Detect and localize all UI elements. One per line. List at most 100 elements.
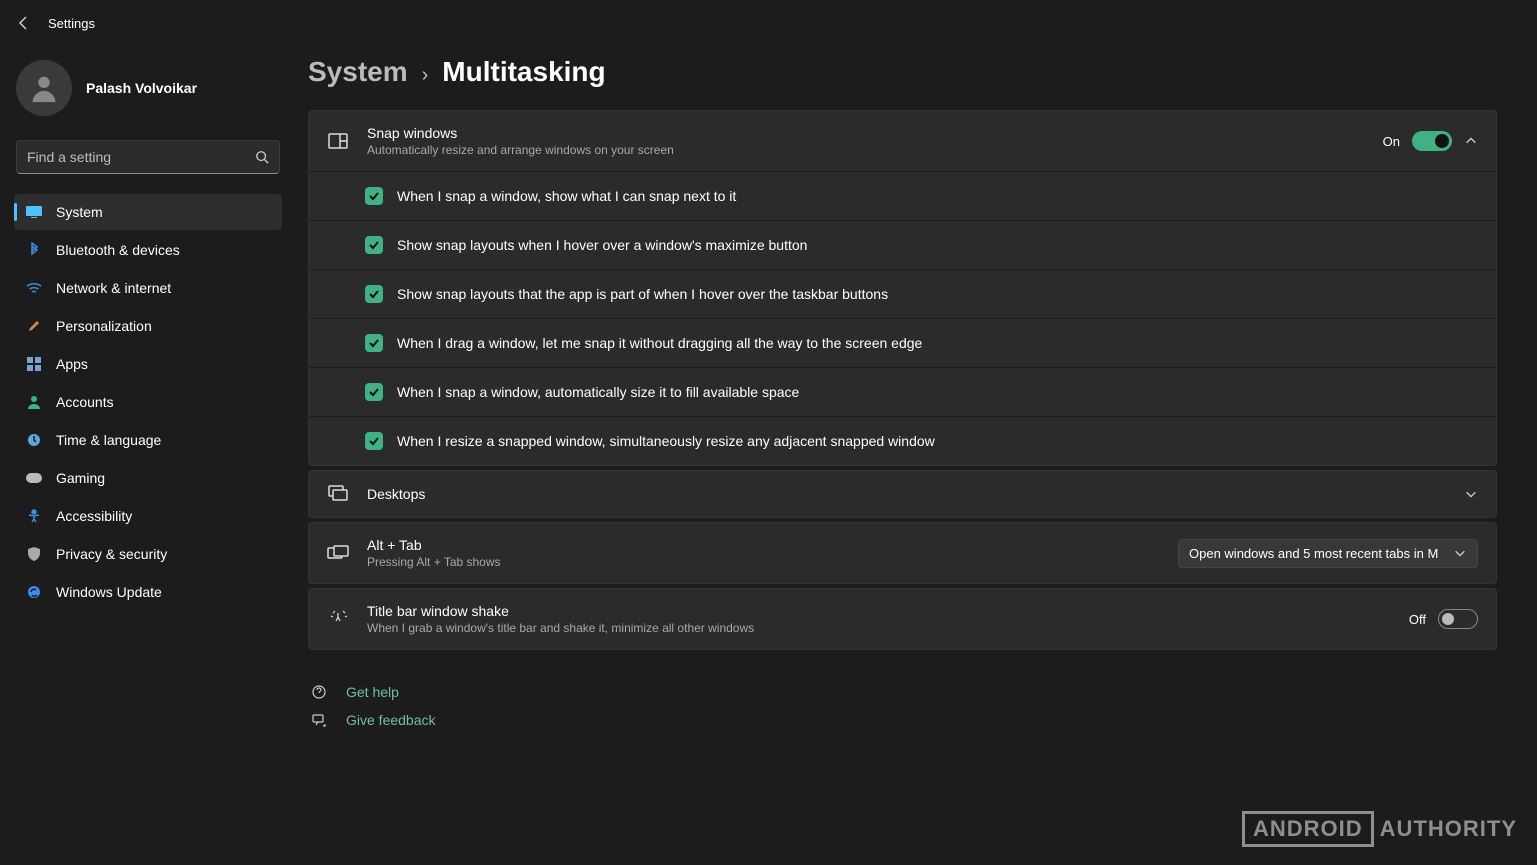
desktops-icon: [327, 485, 349, 503]
snap-layout-icon: [327, 133, 349, 149]
monitor-icon: [26, 204, 42, 220]
sidebar-item-time-language[interactable]: Time & language: [14, 422, 282, 458]
sidebar-item-label: Network & internet: [56, 280, 171, 296]
snap-state-label: On: [1383, 134, 1400, 149]
snap-windows-header[interactable]: Snap windows Automatically resize and ar…: [309, 111, 1496, 171]
sidebar-item-gaming[interactable]: Gaming: [14, 460, 282, 496]
checkbox[interactable]: [365, 285, 383, 303]
alt-tab-dropdown[interactable]: Open windows and 5 most recent tabs in M: [1178, 539, 1478, 568]
desktops-card[interactable]: Desktops: [308, 470, 1497, 518]
sidebar-item-bluetooth-devices[interactable]: Bluetooth & devices: [14, 232, 282, 268]
brush-icon: [26, 318, 42, 334]
chevron-down-icon: [1453, 546, 1467, 560]
search-icon: [255, 150, 269, 164]
sidebar-item-windows-update[interactable]: Windows Update: [14, 574, 282, 610]
user-block[interactable]: Palash Volvoikar: [14, 56, 282, 134]
sidebar-item-label: Apps: [56, 356, 88, 372]
snap-option-label: When I snap a window, show what I can sn…: [397, 188, 736, 204]
checkbox[interactable]: [365, 383, 383, 401]
sidebar-item-network-internet[interactable]: Network & internet: [14, 270, 282, 306]
get-help-link[interactable]: Get help: [308, 678, 1497, 706]
checkbox[interactable]: [365, 334, 383, 352]
snap-option[interactable]: When I resize a snapped window, simultan…: [309, 417, 1496, 465]
sidebar-item-label: Time & language: [56, 432, 161, 448]
snap-options-list: When I snap a window, show what I can sn…: [309, 171, 1496, 465]
alt-tab-title: Alt + Tab: [367, 537, 1160, 553]
shake-toggle[interactable]: [1438, 609, 1478, 629]
snap-option-label: When I snap a window, automatically size…: [397, 384, 799, 400]
chevron-up-icon[interactable]: [1464, 134, 1478, 148]
sidebar-item-label: Privacy & security: [56, 546, 167, 562]
nav-list: System Bluetooth & devices Network & inter…: [14, 194, 282, 610]
gamepad-icon: [26, 470, 42, 486]
help-icon: [308, 684, 330, 700]
wifi-icon: [26, 280, 42, 296]
sidebar-item-system[interactable]: System: [14, 194, 282, 230]
sidebar-item-label: Accounts: [56, 394, 114, 410]
checkbox[interactable]: [365, 236, 383, 254]
sidebar-item-personalization[interactable]: Personalization: [14, 308, 282, 344]
sidebar: Palash Volvoikar Find a setting System Bl…: [0, 46, 290, 865]
snap-option-label: When I resize a snapped window, simultan…: [397, 433, 935, 449]
apps-icon: [26, 356, 42, 372]
snap-option[interactable]: When I drag a window, let me snap it wit…: [309, 319, 1496, 368]
sidebar-item-label: System: [56, 204, 103, 220]
sidebar-item-label: Gaming: [56, 470, 105, 486]
alt-tab-card: Alt + Tab Pressing Alt + Tab shows Open …: [308, 522, 1497, 584]
give-feedback-label: Give feedback: [346, 712, 436, 728]
snap-toggle[interactable]: [1412, 131, 1452, 151]
snap-option[interactable]: Show snap layouts when I hover over a wi…: [309, 221, 1496, 270]
search-input[interactable]: Find a setting: [16, 140, 280, 174]
sidebar-item-label: Windows Update: [56, 584, 162, 600]
accessibility-icon: [26, 508, 42, 524]
snap-option-label: Show snap layouts when I hover over a wi…: [397, 237, 807, 253]
sidebar-item-privacy-security[interactable]: Privacy & security: [14, 536, 282, 572]
titlebar: Settings: [0, 0, 1537, 46]
shake-icon: [327, 609, 349, 629]
sidebar-item-label: Bluetooth & devices: [56, 242, 180, 258]
clock-icon: [26, 432, 42, 448]
shake-title: Title bar window shake: [367, 603, 1391, 619]
help-links: Get help Give feedback: [308, 678, 1497, 734]
content-area: System › Multitasking Snap windows Autom…: [290, 46, 1537, 865]
sidebar-item-apps[interactable]: Apps: [14, 346, 282, 382]
alt-tab-selected: Open windows and 5 most recent tabs in M: [1189, 546, 1438, 561]
get-help-label: Get help: [346, 684, 399, 700]
feedback-icon: [308, 712, 330, 728]
checkbox[interactable]: [365, 432, 383, 450]
snap-option[interactable]: When I snap a window, show what I can sn…: [309, 172, 1496, 221]
back-icon[interactable]: [16, 15, 32, 31]
give-feedback-link[interactable]: Give feedback: [308, 706, 1497, 734]
shake-state-label: Off: [1409, 612, 1426, 627]
sidebar-item-accessibility[interactable]: Accessibility: [14, 498, 282, 534]
update-icon: [26, 584, 42, 600]
search-placeholder: Find a setting: [27, 149, 111, 165]
sidebar-item-accounts[interactable]: Accounts: [14, 384, 282, 420]
title-bar-shake-card: Title bar window shake When I grab a win…: [308, 588, 1497, 650]
watermark-plain: AUTHORITY: [1380, 816, 1517, 842]
alt-tab-icon: [327, 545, 349, 561]
bluetooth-icon: [26, 242, 42, 258]
breadcrumb-parent[interactable]: System: [308, 56, 408, 88]
page-title: Multitasking: [442, 56, 605, 88]
chevron-down-icon[interactable]: [1464, 487, 1478, 501]
breadcrumb: System › Multitasking: [308, 56, 1497, 88]
person-icon: [26, 394, 42, 410]
snap-windows-card: Snap windows Automatically resize and ar…: [308, 110, 1497, 466]
snap-subtitle: Automatically resize and arrange windows…: [367, 143, 1365, 157]
titlebar-title: Settings: [48, 16, 95, 31]
shield-icon: [26, 546, 42, 562]
watermark-boxed: ANDROID: [1242, 811, 1374, 847]
chevron-right-icon: ›: [422, 64, 429, 87]
snap-option[interactable]: When I snap a window, automatically size…: [309, 368, 1496, 417]
user-name: Palash Volvoikar: [86, 80, 197, 96]
snap-option[interactable]: Show snap layouts that the app is part o…: [309, 270, 1496, 319]
avatar: [16, 60, 72, 116]
snap-option-label: When I drag a window, let me snap it wit…: [397, 335, 922, 351]
watermark: ANDROID AUTHORITY: [1242, 811, 1517, 847]
alt-tab-subtitle: Pressing Alt + Tab shows: [367, 555, 1160, 569]
snap-title: Snap windows: [367, 125, 1365, 141]
checkbox[interactable]: [365, 187, 383, 205]
shake-subtitle: When I grab a window's title bar and sha…: [367, 621, 1391, 635]
sidebar-item-label: Accessibility: [56, 508, 132, 524]
